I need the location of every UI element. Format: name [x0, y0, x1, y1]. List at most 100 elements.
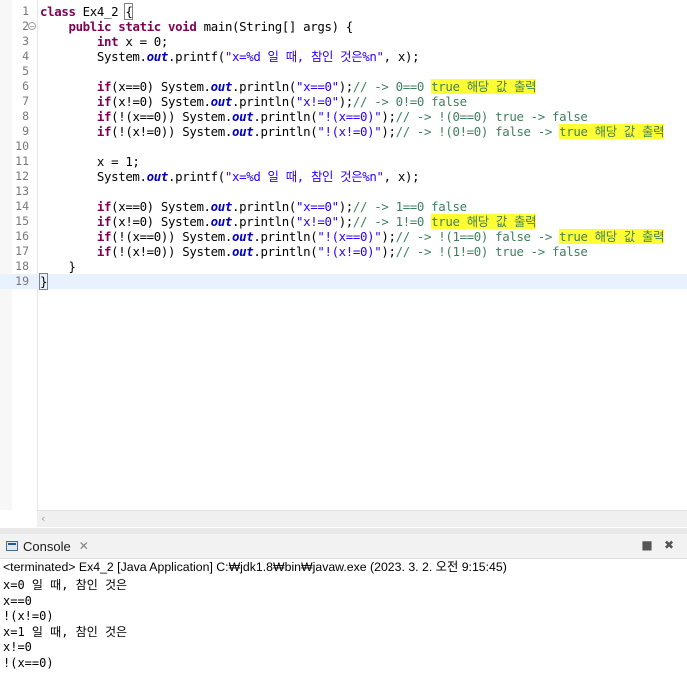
highlighted-comment: true 해당 값 출력 [431, 214, 537, 229]
remove-launch-icon[interactable]: ✖ [662, 538, 676, 552]
chevron-left-icon[interactable]: ‹ [41, 512, 45, 525]
line-number: 17 [15, 244, 29, 258]
code-token: (!(x!=0)) System. [111, 244, 232, 259]
console-output-line: x==0 [3, 593, 32, 608]
code-token: (!(x==0)) System. [111, 229, 232, 244]
code-line[interactable]: 19} [0, 273, 687, 290]
code-token: // -> !(1==0) false -> [395, 229, 560, 244]
close-icon[interactable]: ✕ [79, 539, 89, 553]
code-line[interactable]: 11 x = 1; [0, 154, 687, 169]
code-token: ); [381, 229, 396, 244]
console-view: Console ✕ ■ ✖ <terminated> Ex4_2 [Java A… [0, 534, 687, 678]
console-tab-label: Console [23, 538, 71, 554]
code-token: out [232, 124, 254, 139]
line-number: 9 [22, 124, 29, 138]
code-line[interactable]: 15 if(x!=0) System.out.println("x!=0");/… [0, 214, 687, 229]
code-token: } [40, 259, 76, 274]
code-text: int x = 0; [40, 34, 168, 49]
code-token: if [96, 229, 112, 244]
code-token: "!(x!=0)" [317, 124, 382, 139]
code-line[interactable]: 9 if(!(x!=0)) System.out.println("!(x!=0… [0, 124, 687, 139]
code-token: void [168, 19, 197, 34]
code-token: .println( [232, 199, 297, 214]
console-output-line: !(x!=0) [3, 609, 54, 623]
code-token: ); [338, 214, 354, 229]
code-token: if [96, 244, 112, 259]
line-number: 8 [22, 109, 29, 123]
code-token: "!(x==0)" [317, 229, 382, 244]
horizontal-scrollbar[interactable]: ‹ [37, 510, 687, 527]
code-editor[interactable]: 1 class Ex4_2 {2− public static void main… [0, 0, 687, 528]
line-number: 13 [15, 184, 29, 198]
console-output-line: x=0 일 때, 참인 것은 [3, 578, 128, 592]
code-line[interactable]: 18 } [0, 259, 687, 274]
line-number: 12 [15, 169, 29, 183]
code-line[interactable]: 13 [0, 184, 687, 199]
code-text: } [38, 273, 49, 290]
line-number: 16 [15, 229, 29, 243]
code-token: out [146, 169, 169, 184]
code-line[interactable]: 14 if(x==0) System.out.println("x==0");/… [0, 199, 687, 214]
code-text: } [40, 259, 76, 274]
console-header: Console ✕ ■ ✖ [0, 534, 687, 559]
code-token: if [96, 199, 112, 214]
code-line[interactable]: 5 [0, 64, 687, 79]
code-line[interactable]: 3 int x = 0; [0, 34, 687, 49]
code-line[interactable]: 7 if(x!=0) System.out.println("x!=0");//… [0, 94, 687, 109]
code-token: if [96, 124, 112, 139]
code-token: // -> 1!=0 [352, 214, 432, 229]
code-token: // -> !(1!=0) true -> false [395, 244, 588, 259]
code-line[interactable]: 1 class Ex4_2 { [0, 3, 687, 20]
code-text: if(x!=0) System.out.println("x!=0");// -… [40, 214, 537, 229]
code-text: if(!(x==0)) System.out.println("!(x==0)"… [40, 109, 588, 124]
code-token: .println( [253, 124, 318, 139]
line-number: 4 [22, 49, 29, 63]
code-line[interactable]: 4 System.out.printf("x=%d 일 때, 참인 것은%n",… [0, 49, 687, 64]
code-line[interactable]: 16 if(!(x==0)) System.out.println("!(x==… [0, 229, 687, 244]
code-token: out [232, 229, 254, 244]
code-token: int [96, 34, 119, 49]
code-text: System.out.printf("x=%d 일 때, 참인 것은%n", x… [40, 49, 420, 64]
terminate-icon[interactable]: ■ [640, 538, 654, 552]
code-token: out [210, 79, 233, 94]
highlighted-comment: true 해당 값 출력 [431, 79, 537, 94]
code-token: , x); [383, 49, 420, 64]
code-token: .println( [253, 109, 318, 124]
console-output-line: x!=0 [3, 640, 32, 654]
code-token: .println( [232, 94, 297, 109]
code-token: "x==0" [296, 199, 339, 214]
code-line[interactable]: 8 if(!(x==0)) System.out.println("!(x==0… [0, 109, 687, 124]
line-number: 6 [22, 79, 29, 93]
code-token: static [118, 19, 161, 34]
code-line[interactable]: 10 [0, 139, 687, 154]
fold-collapse-icon[interactable]: − [28, 22, 36, 31]
code-token: main(String[] args) { [196, 19, 354, 34]
code-token: if [96, 94, 112, 109]
code-token: out [210, 94, 233, 109]
line-number: 15 [15, 214, 29, 228]
code-token: (x!=0) System. [111, 214, 211, 229]
code-line[interactable]: 2− public static void main(String[] args… [0, 19, 687, 34]
code-line[interactable]: 17 if(!(x!=0)) System.out.println("!(x!=… [0, 244, 687, 259]
line-number: 2 [22, 19, 29, 33]
code-token: out [146, 49, 169, 64]
code-text: if(x==0) System.out.println("x==0");// -… [40, 79, 537, 94]
code-line[interactable]: 6 if(x==0) System.out.println("x==0");//… [0, 79, 687, 94]
line-number: 11 [15, 154, 29, 168]
code-token: ); [381, 244, 396, 259]
console-output-line: !(x==0) [3, 655, 54, 670]
code-token: out [232, 244, 254, 259]
code-token: public [68, 19, 112, 34]
code-line[interactable]: 12 System.out.printf("x=%d 일 때, 참인 것은%n"… [0, 169, 687, 184]
code-text: if(x!=0) System.out.println("x!=0");// -… [40, 94, 467, 109]
console-icon [6, 541, 18, 551]
console-tab[interactable]: Console ✕ [0, 534, 89, 558]
